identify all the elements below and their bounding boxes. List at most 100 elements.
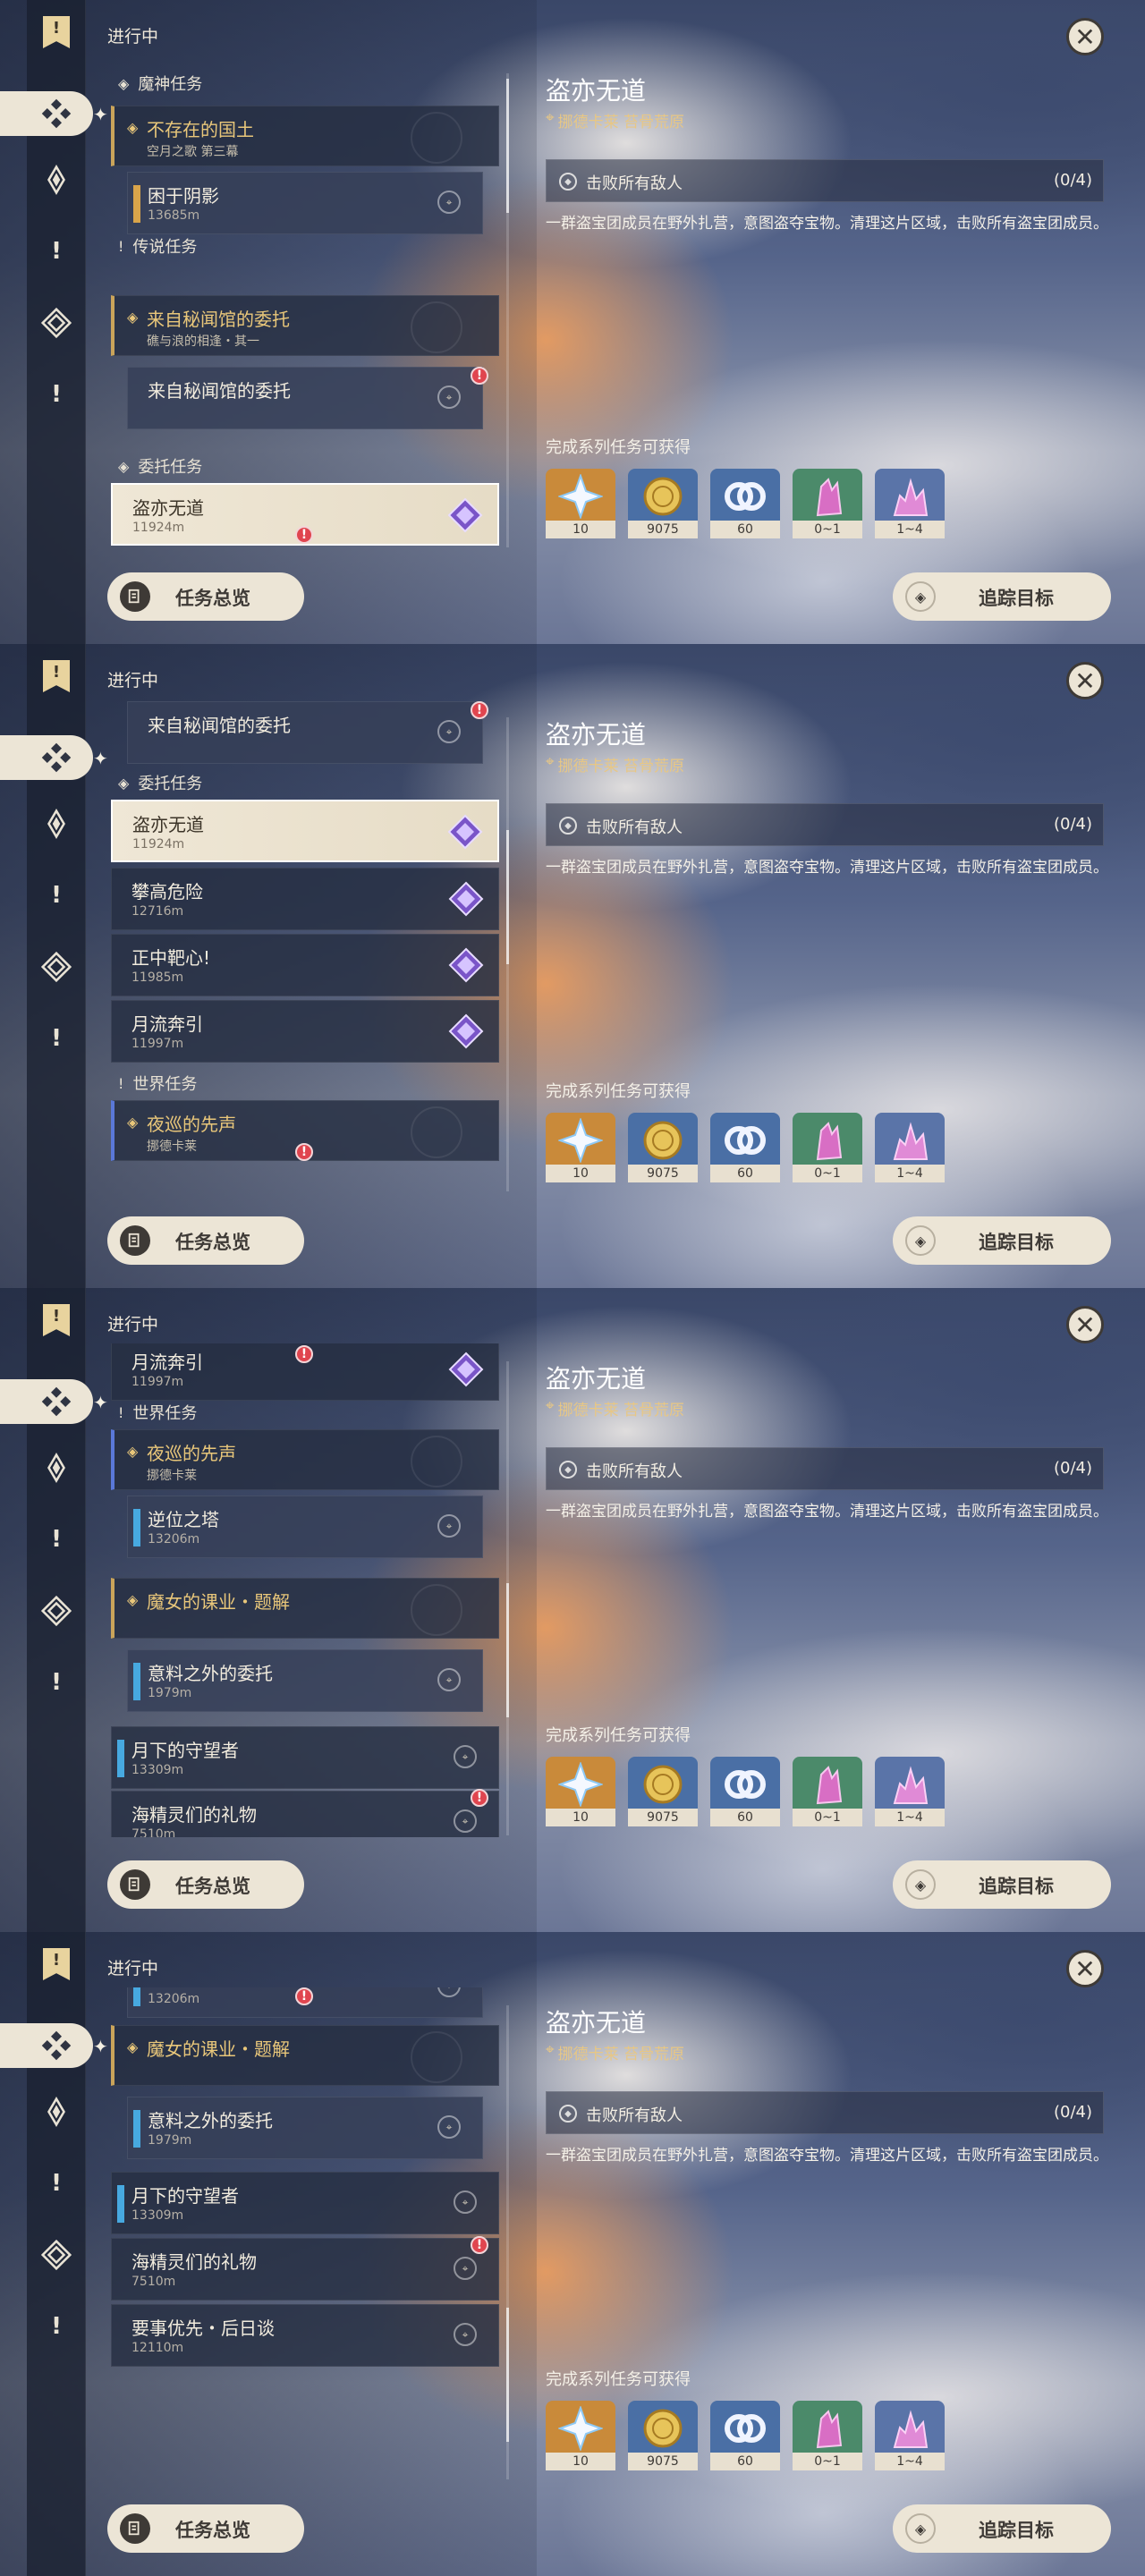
quest-screen: ! ✦ ! ! 进行中 来自秘闻馆的委托 ⌖! ◈ 委托任务 盗亦无道 11924m 攀高危… [0,644,1145,1288]
rail-tab-legend[interactable]: ! [39,878,73,912]
quest-distance: 13206m [148,1532,200,1546]
quest-item-c3[interactable]: 正中靶心! 11985m [111,934,499,996]
reward-amount: 1~4 [875,521,945,538]
reward-item[interactable]: 0~1 [793,1757,862,1826]
reward-item[interactable]: 0~1 [793,469,862,538]
quest-item-w4[interactable]: 海精灵们的礼物 7510m ⌖ [111,1791,499,1837]
rail-tab-commission[interactable] [39,306,73,340]
reward-item[interactable]: 9075 [628,2401,698,2470]
reward-item[interactable]: 9075 [628,1113,698,1182]
scrollbar-thumb[interactable] [506,830,509,964]
quest-emblem-icon [411,112,462,164]
quest-location: ⌖ 挪德卡莱 苔骨荒原 [546,109,684,131]
quest-item-legend[interactable]: ◈ 来自秘闻馆的委托 礁与浪的相逢・其一 [111,295,499,356]
rail-tab-legend[interactable]: ! [39,2166,73,2200]
quest-list[interactable]: 来自秘闻馆的委托 ⌖! ◈ 委托任务 盗亦无道 11924m 攀高危险 12716m 正中靶心!… [106,699,505,1193]
rail-tab-commission[interactable] [39,2238,73,2272]
rail-tab-world[interactable]: ! [39,2309,73,2343]
quest-color-bar [133,1987,140,2006]
reward-item[interactable]: 1~4 [875,2401,945,2470]
rail-tab-commission[interactable] [39,950,73,984]
scrollbar-thumb[interactable] [506,2308,509,2442]
reward-item[interactable]: 60 [710,469,780,538]
reward-item[interactable]: 9075 [628,1757,698,1826]
commission-gem-icon [448,1013,484,1049]
quest-item-w2s[interactable]: 意料之外的委托 1979m ⌖ [127,2097,483,2159]
rail-tab-archon[interactable] [39,807,73,841]
quest-overview-button[interactable]: 任务总览 [107,1860,304,1909]
quest-item-shadow[interactable]: 困于阴影 13685m ⌖ [127,172,483,234]
quest-item-w2[interactable]: ◈ 魔女的课业・题解 [111,1578,499,1639]
quest-item-archon[interactable]: ◈ 不存在的国土 空月之歌 第三幕 [111,106,499,166]
quest-color-bar [117,2185,124,2223]
reward-item[interactable]: 10 [546,1757,615,1826]
quest-item-w1[interactable]: ◈ 夜巡的先声 挪德卡莱 [111,1429,499,1490]
new-alert-icon: ! [295,526,313,544]
scrollbar-thumb[interactable] [506,1583,509,1717]
reward-item[interactable]: 0~1 [793,1113,862,1182]
rail-tab-world[interactable]: ! [39,1665,73,1699]
reward-item[interactable]: 1~4 [875,469,945,538]
quest-list[interactable]: 月流奔引 11997m!! 世界任务 ◈ 夜巡的先声 挪德卡莱 逆位之塔 13206m ⌖ ◈ 魔女… [106,1343,505,1837]
reward-item[interactable]: 10 [546,469,615,538]
rail-tab-all[interactable] [0,91,93,136]
reward-item[interactable]: 60 [710,1113,780,1182]
quest-list[interactable]: 逆位之塔13206m⌖!◈魔女的课业・题解意料之外的委托1979m⌖月下的守望者… [106,1987,505,2481]
quest-item-w2s[interactable]: 意料之外的委托 1979m ⌖ [127,1649,483,1712]
quest-item-w3[interactable]: 月下的守望者 13309m ⌖ [111,1726,499,1789]
quest-book-icon [120,581,150,612]
group-label: 传说任务 [132,238,198,257]
rail-tab-all[interactable] [0,1379,93,1424]
reward-item[interactable]: 60 [710,2401,780,2470]
quest-item-c2[interactable]: 攀高危险 12716m [111,868,499,930]
crystal-material-icon [816,1122,843,1161]
quest-item-w2[interactable]: ◈ 魔女的课业・题解 [111,2025,499,2086]
diamond-icon: ◈ [118,457,130,475]
exclamation-icon: ! [51,882,62,909]
quest-overview-button[interactable]: 任务总览 [107,2504,304,2553]
reward-item[interactable]: 10 [546,1113,615,1182]
rail-tab-all[interactable] [0,2023,93,2068]
quest-location: ⌖ 挪德卡莱 苔骨荒原 [546,753,684,775]
quest-list[interactable]: ◈ 魔神任务 ◈ 不存在的国土 空月之歌 第三幕 困于阴影 13685m ⌖! 传说任务 ◈ 来自秘… [106,55,505,549]
reward-item[interactable]: 1~4 [875,1113,945,1182]
quest-item-c4[interactable]: 月流奔引 11997m [111,1000,499,1063]
rail-tab-all[interactable] [0,735,93,780]
reward-item[interactable]: 10 [546,2401,615,2470]
rail-tab-archon[interactable] [39,163,73,197]
rail-tab-commission[interactable] [39,1594,73,1628]
quest-overview-button[interactable]: 任务总览 [107,1216,304,1265]
quest-overview-button[interactable]: 任务总览 [107,572,304,621]
quest-title: 攀高危险 [131,881,203,902]
rail-tab-archon[interactable] [39,2095,73,2129]
reward-item[interactable]: 60 [710,1757,780,1826]
quest-item-legend_sub[interactable]: 来自秘闻馆的委托 ⌖ [127,367,483,429]
overview-label: 任务总览 [175,1876,250,1897]
objective-diamond-icon: ◆ [559,817,577,835]
scrollbar-thumb[interactable] [506,79,509,213]
reward-item[interactable]: 1~4 [875,1757,945,1826]
group-label: 委托任务 [138,458,203,477]
reward-item[interactable]: 0~1 [793,2401,862,2470]
quest-item-w1s[interactable]: 逆位之塔 13206m ⌖ [127,1496,483,1558]
section-header: 进行中 [107,1315,159,1335]
reward-item[interactable]: 9075 [628,469,698,538]
quest-title: 逆位之塔 [148,1509,219,1530]
mora-icon [643,1121,683,1160]
exclamation-icon: ! [118,237,124,255]
rail-tab-archon[interactable] [39,1451,73,1485]
rail-tab-legend[interactable]: ! [39,234,73,268]
quest-item-w4[interactable]: 海精灵们的礼物 7510m ⌖ [111,2238,499,2301]
quest-title: 要事优先・后日谈 [131,2318,275,2339]
location-pin-icon: ⌖ [454,1809,477,1833]
quad-diamond-icon [41,98,72,129]
rail-tab-world[interactable]: ! [39,377,73,411]
quest-item-w3[interactable]: 月下的守望者 13309m ⌖ [111,2172,499,2234]
quest-item-w5[interactable]: 要事优先・后日谈 12110m ⌖ [111,2304,499,2367]
quest-item-c1[interactable]: 盗亦无道 11924m [111,800,499,862]
quest-item-legend_sub[interactable]: 来自秘闻馆的委托 ⌖ [127,701,483,764]
rail-tab-legend[interactable]: ! [39,1522,73,1556]
new-alert-icon: ! [295,1143,313,1161]
quest-distance: 13685m [148,208,200,223]
rail-tab-world[interactable]: ! [39,1021,73,1055]
